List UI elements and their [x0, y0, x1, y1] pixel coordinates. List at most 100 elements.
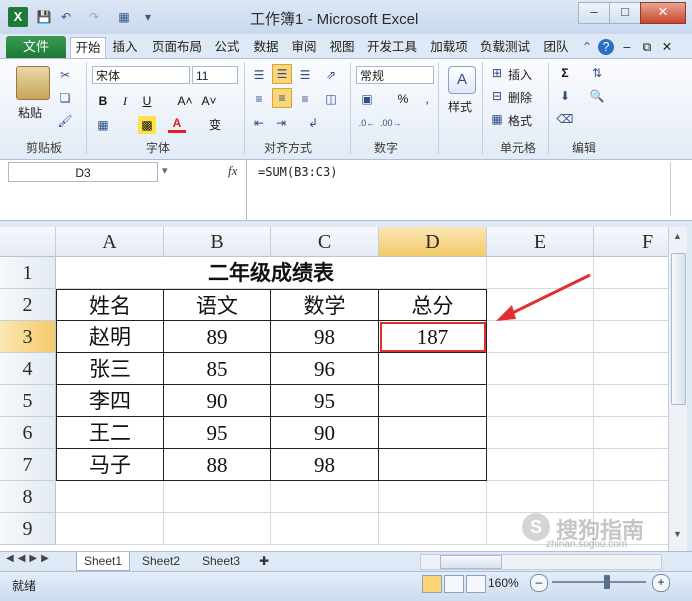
- scroll-down-icon[interactable]: ▼: [671, 529, 684, 547]
- excel-app-icon[interactable]: X: [8, 7, 28, 27]
- cell[interactable]: [487, 481, 594, 513]
- select-all-corner[interactable]: [0, 227, 56, 257]
- sheet-title-cell[interactable]: 二年级成绩表: [56, 257, 487, 289]
- name-box-dropdown-icon[interactable]: ▾: [162, 164, 176, 180]
- cell[interactable]: [594, 385, 668, 417]
- toolbar-icon[interactable]: ▦: [116, 9, 132, 25]
- copy-icon[interactable]: ❏: [56, 89, 74, 107]
- decrease-decimal-icon[interactable]: .00→: [380, 114, 402, 132]
- tab-home[interactable]: 开始: [70, 37, 106, 59]
- score-cell[interactable]: 95: [271, 385, 379, 417]
- header-cell[interactable]: 语文: [164, 289, 271, 321]
- delete-cells-icon[interactable]: ⊟: [488, 87, 506, 105]
- zoom-out-icon[interactable]: –: [530, 574, 548, 592]
- italic-button[interactable]: I: [116, 92, 134, 110]
- cell[interactable]: [594, 289, 668, 321]
- tab-load-test[interactable]: 负载测试: [476, 37, 534, 58]
- clear-icon[interactable]: ⌫: [556, 110, 574, 128]
- wrap-text-icon[interactable]: ↲: [304, 114, 322, 132]
- tab-insert[interactable]: 插入: [108, 37, 142, 58]
- insert-function-button[interactable]: fx: [228, 163, 237, 179]
- cut-icon[interactable]: ✂: [56, 66, 74, 84]
- score-cell[interactable]: 98: [271, 449, 379, 481]
- sheet-tab[interactable]: Sheet2: [134, 552, 188, 570]
- formula-expand-icon[interactable]: [670, 162, 685, 216]
- cell[interactable]: [271, 513, 379, 545]
- cell[interactable]: [594, 481, 668, 513]
- currency-icon[interactable]: ▣: [358, 90, 376, 108]
- doc-close-icon[interactable]: ✕: [660, 37, 674, 58]
- name-cell[interactable]: 马子: [56, 449, 164, 481]
- phonetic-button[interactable]: 变: [206, 116, 224, 134]
- sheet-nav-icon[interactable]: ◀◀▶▶: [6, 553, 53, 564]
- undo-icon[interactable]: ↶: [58, 9, 74, 25]
- header-cell[interactable]: 姓名: [56, 289, 164, 321]
- cell[interactable]: [487, 385, 594, 417]
- comma-button[interactable]: ,: [418, 90, 436, 108]
- align-bottom-icon[interactable]: ☰: [296, 66, 314, 84]
- tab-addins[interactable]: 加载项: [426, 37, 472, 58]
- name-cell[interactable]: 李四: [56, 385, 164, 417]
- score-cell[interactable]: 88: [164, 449, 271, 481]
- find-select-icon[interactable]: 🔍: [588, 87, 606, 105]
- align-top-icon[interactable]: ☰: [250, 66, 268, 84]
- total-cell[interactable]: [379, 385, 487, 417]
- row-header[interactable]: 7: [0, 449, 56, 481]
- scroll-thumb[interactable]: [671, 253, 686, 405]
- column-header[interactable]: E: [487, 227, 594, 257]
- borders-icon[interactable]: ▦: [94, 116, 112, 134]
- merge-center-icon[interactable]: ◫: [322, 90, 340, 108]
- row-header[interactable]: 6: [0, 417, 56, 449]
- close-button[interactable]: ✕: [640, 2, 686, 24]
- increase-indent-icon[interactable]: ⇥: [272, 114, 290, 132]
- styles-icon[interactable]: A: [448, 66, 476, 94]
- column-header[interactable]: F: [594, 227, 668, 257]
- zoom-slider-track[interactable]: [552, 581, 646, 583]
- row-header[interactable]: 8: [0, 481, 56, 513]
- cell[interactable]: [594, 353, 668, 385]
- name-cell[interactable]: 赵明: [56, 321, 164, 353]
- collapse-ribbon-icon[interactable]: ⌃: [580, 37, 594, 58]
- decrease-indent-icon[interactable]: ⇤: [250, 114, 268, 132]
- row-header[interactable]: 5: [0, 385, 56, 417]
- doc-minimize-icon[interactable]: –: [620, 37, 634, 58]
- score-cell[interactable]: 89: [164, 321, 271, 353]
- orientation-icon[interactable]: ⇗: [322, 66, 340, 84]
- total-cell[interactable]: [379, 353, 487, 385]
- tab-page-layout[interactable]: 页面布局: [148, 37, 206, 58]
- insert-cells-icon[interactable]: ⊞: [488, 64, 506, 82]
- align-left-icon[interactable]: ≡: [250, 90, 268, 108]
- maximize-button[interactable]: □: [609, 2, 641, 24]
- cell[interactable]: [271, 481, 379, 513]
- row-header[interactable]: 2: [0, 289, 56, 321]
- font-name-combo[interactable]: 宋体: [92, 66, 190, 84]
- zoom-in-icon[interactable]: +: [652, 574, 670, 592]
- row-header-selected[interactable]: 3: [0, 321, 56, 353]
- sheet-tab[interactable]: Sheet3: [194, 552, 248, 570]
- formula-input[interactable]: =SUM(B3:C3): [258, 165, 337, 179]
- score-cell[interactable]: 90: [164, 385, 271, 417]
- scroll-up-icon[interactable]: ▲: [671, 231, 684, 249]
- format-cells-button[interactable]: 格式: [508, 112, 532, 129]
- tab-review[interactable]: 审阅: [287, 37, 321, 58]
- cell[interactable]: [164, 513, 271, 545]
- increase-decimal-icon[interactable]: .0←: [358, 114, 376, 132]
- zoom-slider-thumb[interactable]: [604, 575, 610, 589]
- score-cell[interactable]: 90: [271, 417, 379, 449]
- row-header[interactable]: 1: [0, 257, 56, 289]
- fill-color-icon[interactable]: ▩: [138, 116, 156, 134]
- paste-icon[interactable]: [16, 66, 50, 100]
- delete-cells-button[interactable]: 删除: [508, 89, 532, 106]
- sheet-tab-active[interactable]: Sheet1: [76, 552, 130, 571]
- align-center-icon[interactable]: ≡: [272, 88, 292, 108]
- cell[interactable]: [487, 449, 594, 481]
- styles-button[interactable]: 样式: [448, 98, 472, 115]
- zoom-level[interactable]: 160%: [488, 576, 519, 590]
- row-header[interactable]: 9: [0, 513, 56, 545]
- name-cell[interactable]: 王二: [56, 417, 164, 449]
- name-box[interactable]: D3: [8, 162, 158, 182]
- format-cells-icon[interactable]: ▦: [488, 110, 506, 128]
- column-header[interactable]: A: [56, 227, 164, 257]
- align-middle-icon[interactable]: ☰: [272, 64, 292, 84]
- underline-button[interactable]: U: [138, 92, 156, 110]
